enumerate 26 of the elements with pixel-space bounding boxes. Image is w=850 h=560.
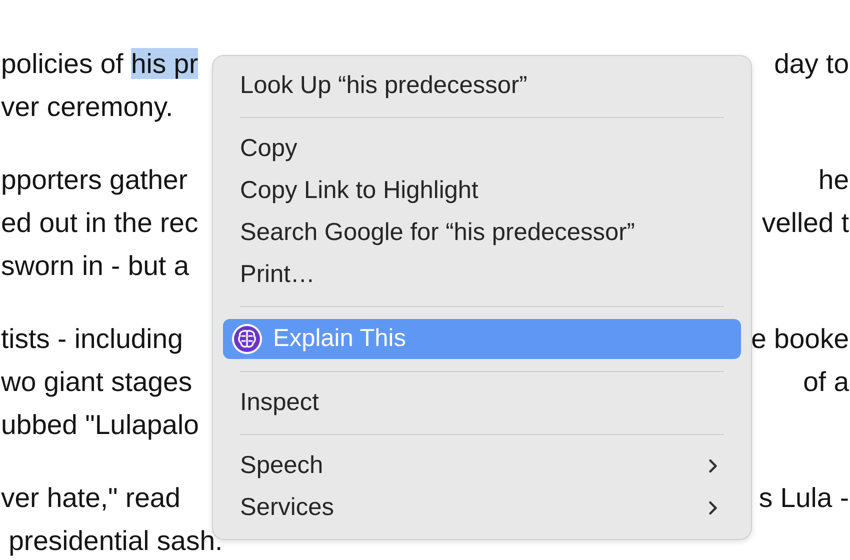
brain-icon (231, 323, 263, 355)
menu-item[interactable]: Copy Link to Highlight (223, 170, 741, 212)
article-text: s Lula - (758, 482, 849, 514)
menu-item[interactable]: Copy (223, 128, 741, 170)
article-text: wo giant stages (1, 366, 192, 396)
article-text: pporters gather (1, 164, 188, 194)
article-text: e booke (751, 322, 849, 354)
article-text: of a (803, 366, 849, 398)
article-text: ver hate," read (1, 482, 180, 512)
article-text: sworn in - but a (1, 250, 190, 280)
article-text: policies of (1, 48, 124, 78)
menu-item[interactable]: Look Up “his predecessor” (223, 65, 741, 107)
article-text: day to (774, 48, 849, 80)
article-text: he (818, 164, 849, 196)
article-text: velled t (762, 206, 849, 238)
menu-item[interactable]: Speech (223, 445, 741, 487)
article-text: presidential sash. (8, 524, 223, 556)
menu-item[interactable]: Inspect (223, 382, 741, 424)
article-text: ver ceremony. (1, 90, 174, 122)
article-text: ubbed "Lulapalo (1, 408, 199, 440)
article-text: tists - including (1, 322, 183, 354)
article-text: ed out in the rec (1, 206, 198, 238)
menu-item[interactable]: Search Google for “his predecessor” (223, 212, 741, 254)
menu-item[interactable]: Services (223, 487, 741, 529)
menu-item[interactable]: Print… (223, 254, 741, 296)
selected-text: his pr (130, 48, 198, 78)
